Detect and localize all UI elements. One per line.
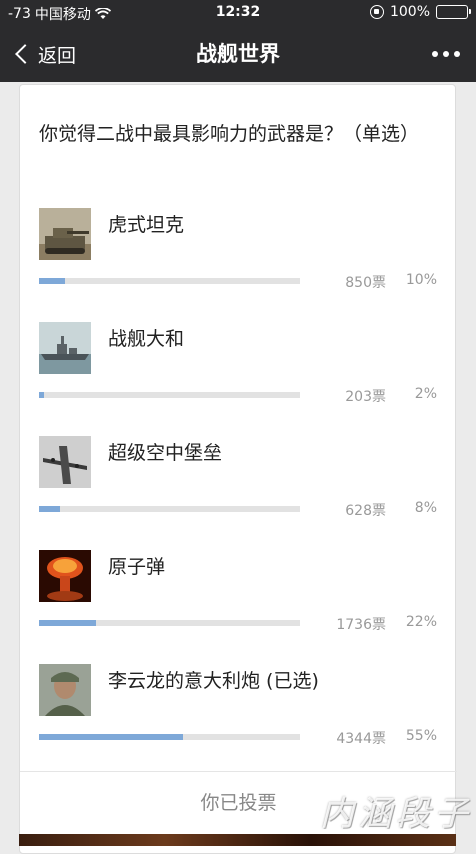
poll-option[interactable]: 战舰大和 203票 2%	[20, 322, 457, 436]
vote-bar-fill	[39, 620, 97, 626]
option-label: 原子弹	[108, 556, 166, 578]
vote-percent: 2%	[414, 386, 437, 402]
option-label: 虎式坦克	[108, 214, 185, 236]
status-right: 100%	[369, 4, 471, 20]
more-button[interactable]	[432, 26, 460, 82]
more-dot-icon	[443, 51, 449, 57]
vote-percent: 10%	[405, 272, 437, 288]
bomber-thumbnail	[39, 436, 91, 488]
more-dot-icon	[432, 51, 438, 57]
vote-bar-fill	[39, 506, 60, 512]
vote-bar-track	[39, 620, 300, 626]
vote-percent: 55%	[405, 728, 437, 744]
vote-count: 1736票	[336, 617, 386, 633]
option-label: 超级空中堡垒	[108, 442, 223, 464]
vote-bar-track	[39, 278, 300, 284]
vote-count: 203票	[345, 389, 386, 405]
tiger-tank-thumbnail	[39, 208, 91, 260]
option-label: 战舰大和	[108, 328, 185, 350]
vote-bar-fill	[39, 392, 45, 398]
poll-option[interactable]: 超级空中堡垒 628票 8%	[20, 436, 457, 550]
vote-count: 4344票	[336, 731, 386, 747]
vote-bar-track	[39, 506, 300, 512]
next-content-preview	[19, 834, 456, 846]
poll-card: 你觉得二战中最具影响力的武器是？（单选） 虎式坦克 850票 10% 战舰大和 …	[19, 84, 457, 854]
status-bar: -73 中国移动 12:32 100%	[0, 0, 476, 26]
battery-percent: 100%	[389, 4, 430, 20]
poll-option[interactable]: 虎式坦克 850票 10%	[20, 208, 457, 322]
page-title: 战舰世界	[196, 42, 280, 66]
poll-option[interactable]: 李云龙的意大利炮 (已选) 4344票 55%	[20, 664, 457, 778]
vote-count: 850票	[345, 275, 386, 291]
watermark: 内涵段子	[320, 794, 472, 834]
battery-icon	[436, 5, 471, 19]
vote-bar-track	[39, 734, 300, 740]
vote-bar-fill	[39, 278, 66, 284]
rotation-lock-icon	[369, 5, 384, 19]
vote-count: 628票	[345, 503, 386, 519]
vote-bar-fill	[39, 734, 183, 740]
vote-bar-track	[39, 392, 300, 398]
nav-bar: 返回 战舰世界	[0, 26, 476, 82]
vote-percent: 22%	[405, 614, 437, 630]
vote-percent: 8%	[414, 500, 437, 516]
soldier-portrait-thumbnail	[39, 664, 91, 716]
poll-option[interactable]: 原子弹 1736票 22%	[20, 550, 457, 664]
battleship-thumbnail	[39, 322, 91, 374]
atomic-bomb-thumbnail	[39, 550, 91, 602]
more-dot-icon	[454, 51, 460, 57]
option-label: 李云龙的意大利炮 (已选)	[108, 670, 319, 692]
poll-question: 你觉得二战中最具影响力的武器是？（单选）	[39, 123, 420, 145]
